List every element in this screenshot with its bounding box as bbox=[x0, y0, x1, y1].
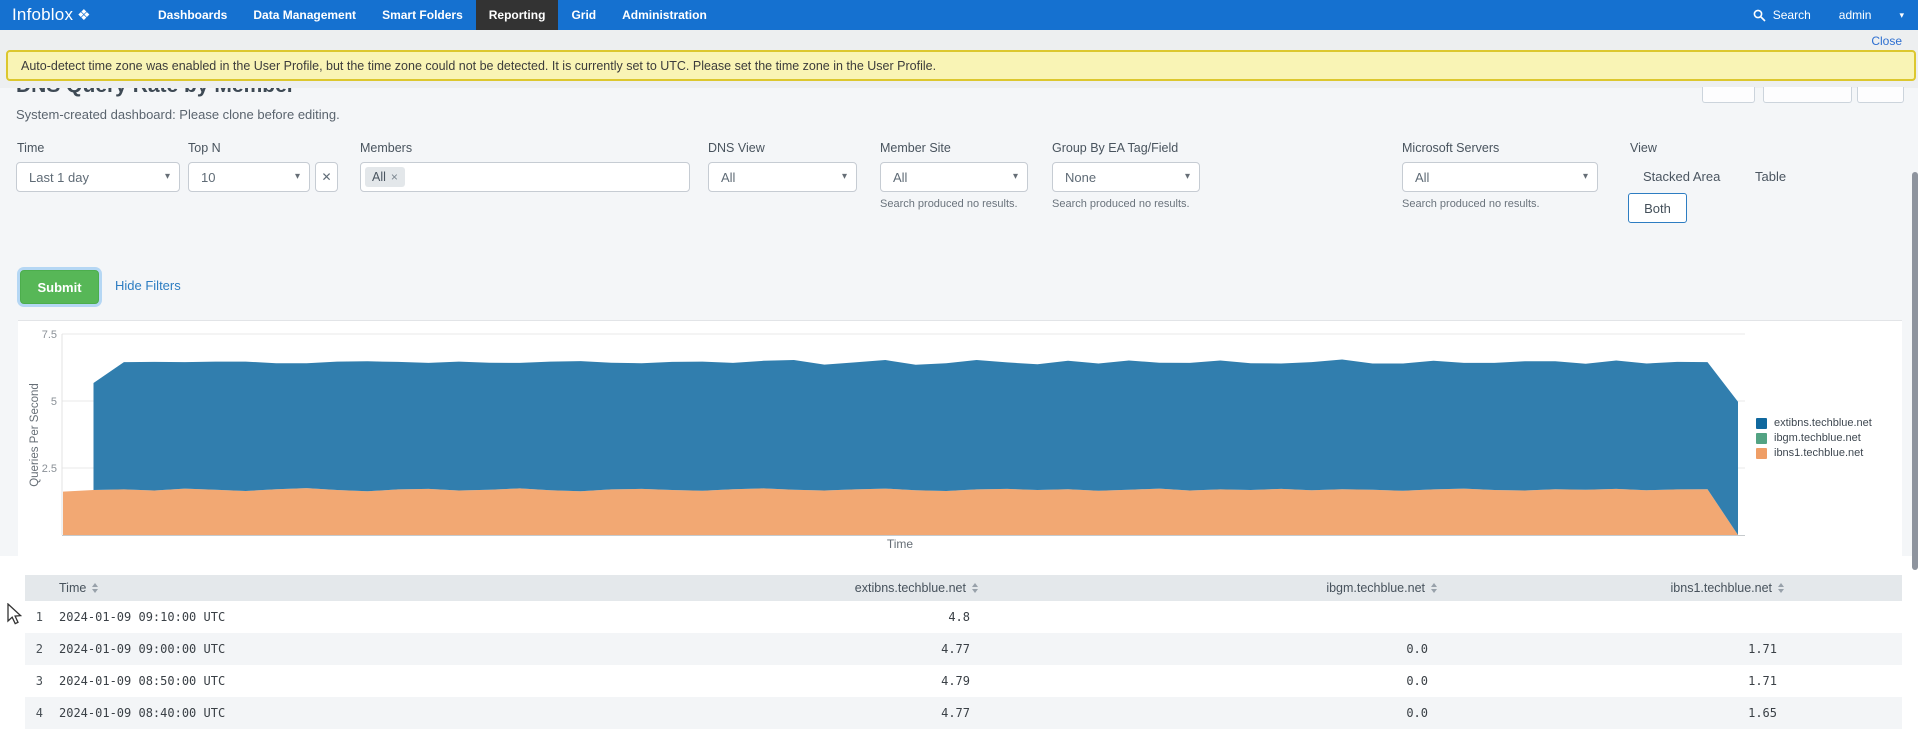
infoblox-brand[interactable]: Infoblox ❖ bbox=[12, 0, 91, 30]
nav-right: Search admin ▾ bbox=[1753, 0, 1904, 30]
svg-text:5: 5 bbox=[51, 396, 57, 408]
page-title-clipped: DNS Query Rate by Member bbox=[16, 88, 916, 97]
legend-swatch-ibgm bbox=[1756, 433, 1767, 444]
sort-icon bbox=[92, 583, 98, 593]
chevron-down-icon: ▾ bbox=[1185, 171, 1190, 182]
search-icon[interactable] bbox=[1753, 9, 1766, 22]
time-filter-label: Time bbox=[17, 141, 44, 155]
menu-item-dashboards[interactable]: Dashboards bbox=[145, 0, 240, 30]
close-banner-link[interactable]: Close bbox=[1871, 34, 1902, 48]
menu-item-smart-folders[interactable]: Smart Folders bbox=[369, 0, 476, 30]
table-row[interactable]: 1 2024-01-09 09:10:00 UTC 4.8 bbox=[25, 601, 1902, 633]
group-by-select[interactable]: None ▾ bbox=[1052, 162, 1200, 192]
infoblox-logo-icon: ❖ bbox=[77, 6, 91, 24]
legend-item-extibns[interactable]: extibns.techblue.net bbox=[1756, 417, 1872, 429]
topn-clear-button[interactable]: ✕ bbox=[315, 162, 338, 192]
toolbar-button-cropped-2[interactable] bbox=[1763, 87, 1852, 103]
chevron-down-icon[interactable]: ▾ bbox=[1899, 10, 1904, 21]
dns-view-select[interactable]: All ▾ bbox=[708, 162, 857, 192]
legend-swatch-ibns1 bbox=[1756, 448, 1767, 459]
chevron-down-icon: ▾ bbox=[165, 171, 170, 182]
chevron-down-icon: ▾ bbox=[1013, 171, 1018, 182]
menu-item-reporting[interactable]: Reporting bbox=[476, 0, 559, 30]
menu-item-administration[interactable]: Administration bbox=[609, 0, 720, 30]
table-row[interactable]: 2 2024-01-09 09:00:00 UTC 4.77 0.0 1.71 bbox=[25, 633, 1902, 665]
legend-swatch-extibns bbox=[1756, 418, 1767, 429]
table-row[interactable]: 3 2024-01-09 08:50:00 UTC 4.79 0.0 1.71 bbox=[25, 665, 1902, 697]
chevron-down-icon: ▾ bbox=[842, 171, 847, 182]
members-chip-all[interactable]: All × bbox=[365, 167, 405, 187]
chevron-down-icon: ▾ bbox=[295, 171, 300, 182]
ms-servers-select[interactable]: All ▾ bbox=[1402, 162, 1598, 192]
main-menu: Dashboards Data Management Smart Folders… bbox=[145, 0, 720, 30]
time-filter-select[interactable]: Last 1 day ▾ bbox=[16, 162, 180, 192]
warning-message: Auto-detect time zone was enabled in the… bbox=[21, 59, 936, 73]
sort-icon bbox=[1778, 583, 1784, 593]
top-nav: Infoblox ❖ Dashboards Data Management Sm… bbox=[0, 0, 1918, 30]
vertical-scrollbar-thumb[interactable] bbox=[1912, 172, 1918, 570]
view-option-stacked-area[interactable]: Stacked Area bbox=[1643, 169, 1720, 184]
member-site-filter-label: Member Site bbox=[880, 141, 951, 155]
stacked-area-chart: 2.5 5 7.5 Time Queries Per Second bbox=[0, 320, 1918, 556]
notice-zone: Close Auto-detect time zone was enabled … bbox=[0, 30, 1918, 89]
chart-legend: extibns.techblue.net ibgm.techblue.net i… bbox=[1756, 417, 1872, 459]
member-site-select[interactable]: All ▾ bbox=[880, 162, 1028, 192]
topn-filter-label: Top N bbox=[188, 141, 221, 155]
sort-icon bbox=[972, 583, 978, 593]
page-subtitle: System-created dashboard: Please clone b… bbox=[16, 107, 340, 122]
member-site-note: Search produced no results. bbox=[880, 198, 1018, 210]
brand-text: Infoblox bbox=[12, 5, 73, 25]
group-by-filter-label: Group By EA Tag/Field bbox=[1052, 141, 1178, 155]
results-table: Time extibns.techblue.net ibgm.techblue.… bbox=[0, 556, 1918, 735]
timezone-warning-banner: Auto-detect time zone was enabled in the… bbox=[6, 50, 1916, 81]
column-header-time[interactable]: Time bbox=[59, 575, 259, 601]
table-header-row: Time extibns.techblue.net ibgm.techblue.… bbox=[25, 575, 1902, 601]
dns-view-filter-label: DNS View bbox=[708, 141, 765, 155]
legend-item-ibgm[interactable]: ibgm.techblue.net bbox=[1756, 432, 1872, 444]
members-filter-label: Members bbox=[360, 141, 412, 155]
toolbar-button-cropped-3[interactable] bbox=[1857, 87, 1904, 103]
sort-icon bbox=[1431, 583, 1437, 593]
svg-text:7.5: 7.5 bbox=[42, 329, 57, 341]
view-filter-label: View bbox=[1630, 141, 1657, 155]
dashboard-header-and-filters: DNS Query Rate by Member System-created … bbox=[0, 88, 1918, 320]
chevron-down-icon: ▾ bbox=[1583, 171, 1588, 182]
app-root: Infoblox ❖ Dashboards Data Management Sm… bbox=[0, 0, 1918, 735]
view-option-both-button[interactable]: Both bbox=[1628, 193, 1687, 223]
members-input[interactable]: All × bbox=[360, 162, 690, 192]
page-title: DNS Query Rate by Member bbox=[16, 88, 916, 97]
hide-filters-link[interactable]: Hide Filters bbox=[115, 278, 181, 293]
search-link[interactable]: Search bbox=[1773, 8, 1811, 22]
submit-button[interactable]: Submit bbox=[20, 270, 99, 304]
table-row[interactable]: 4 2024-01-09 08:40:00 UTC 4.77 0.0 1.65 bbox=[25, 697, 1902, 729]
chip-remove-icon[interactable]: × bbox=[391, 170, 398, 184]
svg-text:Time: Time bbox=[887, 537, 914, 551]
svg-text:2.5: 2.5 bbox=[42, 463, 57, 475]
column-header-ibns1[interactable]: ibns1.techblue.net bbox=[1507, 575, 1784, 601]
user-menu[interactable]: admin bbox=[1839, 8, 1872, 22]
legend-item-ibns1[interactable]: ibns1.techblue.net bbox=[1756, 447, 1872, 459]
group-by-note: Search produced no results. bbox=[1052, 198, 1190, 210]
chart-zone: 2.5 5 7.5 Time Queries Per Second bbox=[0, 320, 1918, 556]
svg-text:Queries Per Second: Queries Per Second bbox=[29, 383, 41, 487]
ms-servers-filter-label: Microsoft Servers bbox=[1402, 141, 1499, 155]
menu-item-grid[interactable]: Grid bbox=[558, 0, 609, 30]
menu-item-data-management[interactable]: Data Management bbox=[240, 0, 369, 30]
ms-servers-note: Search produced no results. bbox=[1402, 198, 1540, 210]
topn-filter-select[interactable]: 10 ▾ bbox=[188, 162, 310, 192]
toolbar-button-cropped-1[interactable] bbox=[1702, 87, 1755, 103]
column-header-extibns[interactable]: extibns.techblue.net bbox=[700, 575, 978, 601]
view-option-table[interactable]: Table bbox=[1755, 169, 1786, 184]
column-header-ibgm[interactable]: ibgm.techblue.net bbox=[1160, 575, 1437, 601]
